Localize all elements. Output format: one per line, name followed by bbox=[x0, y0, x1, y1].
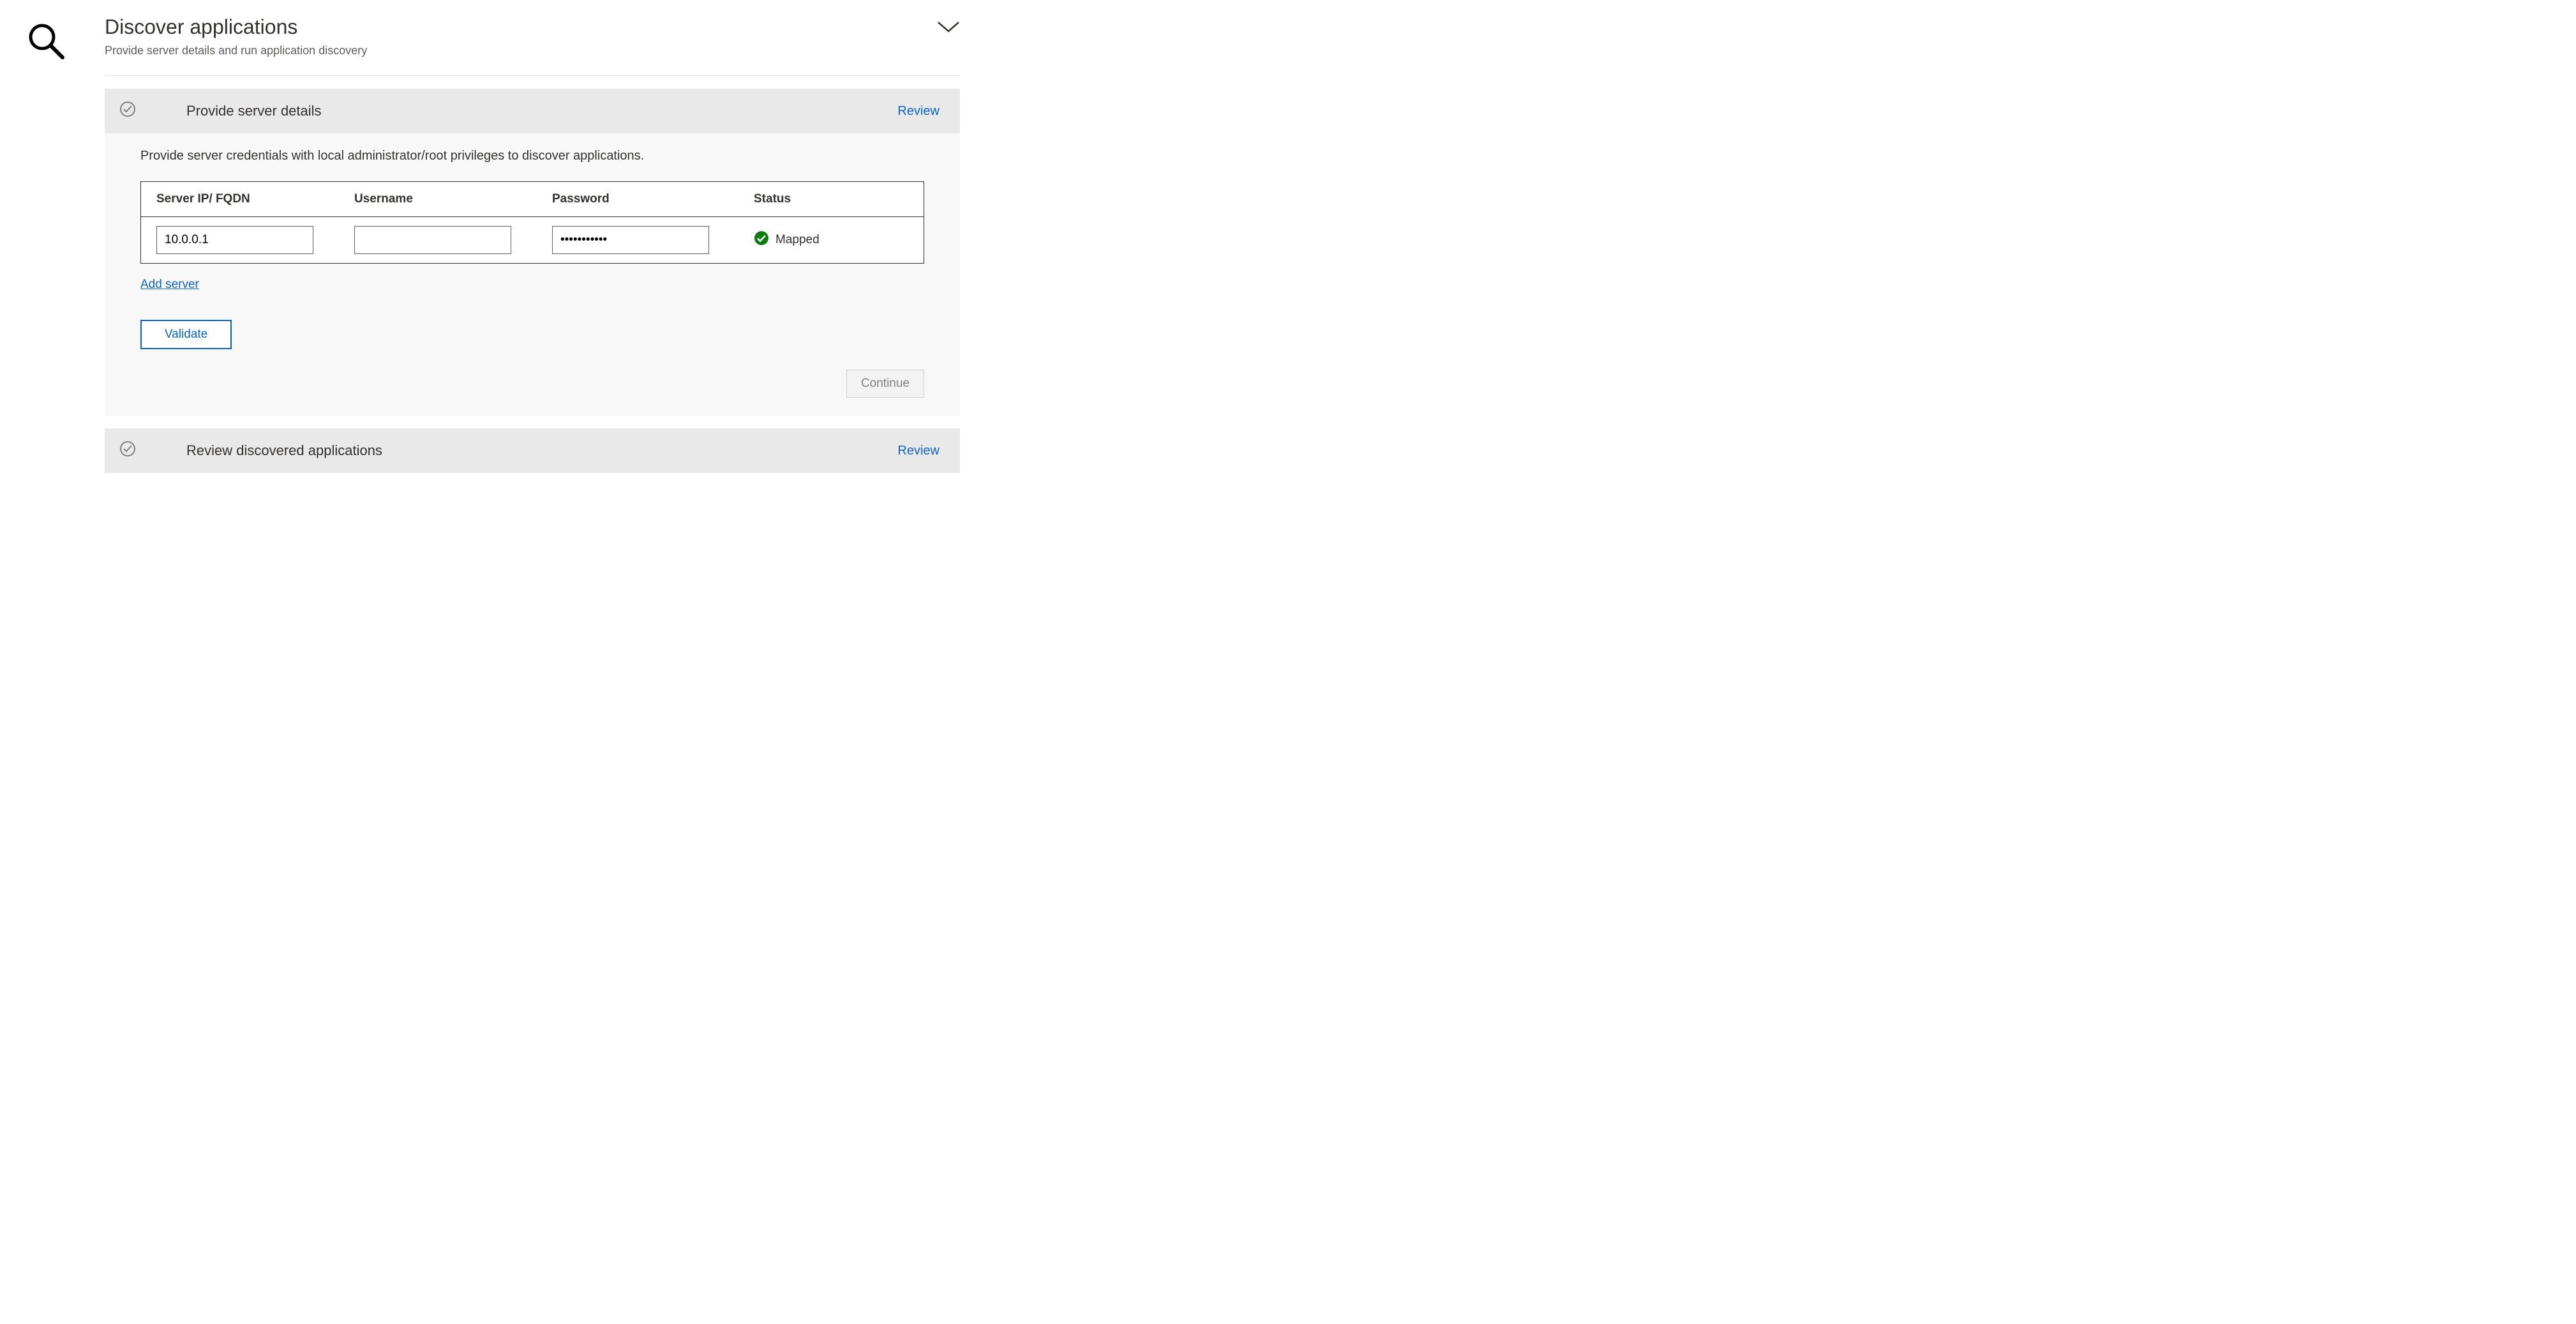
col-header-ip: Server IP/ FQDN bbox=[156, 192, 354, 206]
review-link-section1[interactable]: Review bbox=[897, 104, 940, 119]
section-title-review-applications: Review discovered applications bbox=[186, 442, 897, 459]
section-provide-server-details-bar: Provide server details Review bbox=[105, 89, 960, 133]
server-table-header: Server IP/ FQDN Username Password Status bbox=[141, 182, 924, 217]
password-input[interactable] bbox=[552, 226, 709, 254]
username-input[interactable] bbox=[354, 226, 511, 254]
server-ip-input[interactable] bbox=[156, 226, 313, 254]
search-icon bbox=[26, 50, 66, 64]
chevron-down-icon[interactable] bbox=[937, 20, 960, 37]
status-text: Mapped bbox=[775, 233, 820, 247]
validate-button[interactable]: Validate bbox=[140, 320, 232, 349]
col-header-status: Status bbox=[750, 192, 908, 206]
status-cell: Mapped bbox=[754, 230, 908, 250]
page-title: Discover applications bbox=[105, 15, 367, 39]
continue-button: Continue bbox=[846, 370, 924, 398]
instruction-text: Provide server credentials with local ad… bbox=[140, 149, 924, 163]
section-title-provide-server-details: Provide server details bbox=[186, 103, 897, 119]
page-subtitle: Provide server details and run applicati… bbox=[105, 44, 367, 57]
add-server-link[interactable]: Add server bbox=[140, 278, 199, 292]
check-circle-solid-icon bbox=[754, 230, 769, 250]
section-provide-server-details-body: Provide server credentials with local ad… bbox=[105, 133, 960, 416]
col-header-password: Password bbox=[552, 192, 750, 206]
col-header-username: Username bbox=[354, 192, 552, 206]
server-table-row: Mapped bbox=[141, 217, 924, 263]
page-header: Discover applications Provide server det… bbox=[105, 15, 960, 76]
check-circle-outline-icon bbox=[119, 100, 137, 122]
check-circle-outline-icon bbox=[119, 440, 137, 462]
server-table: Server IP/ FQDN Username Password Status bbox=[140, 181, 924, 264]
section-review-applications-bar: Review discovered applications Review bbox=[105, 428, 960, 473]
review-link-section2[interactable]: Review bbox=[897, 444, 940, 458]
